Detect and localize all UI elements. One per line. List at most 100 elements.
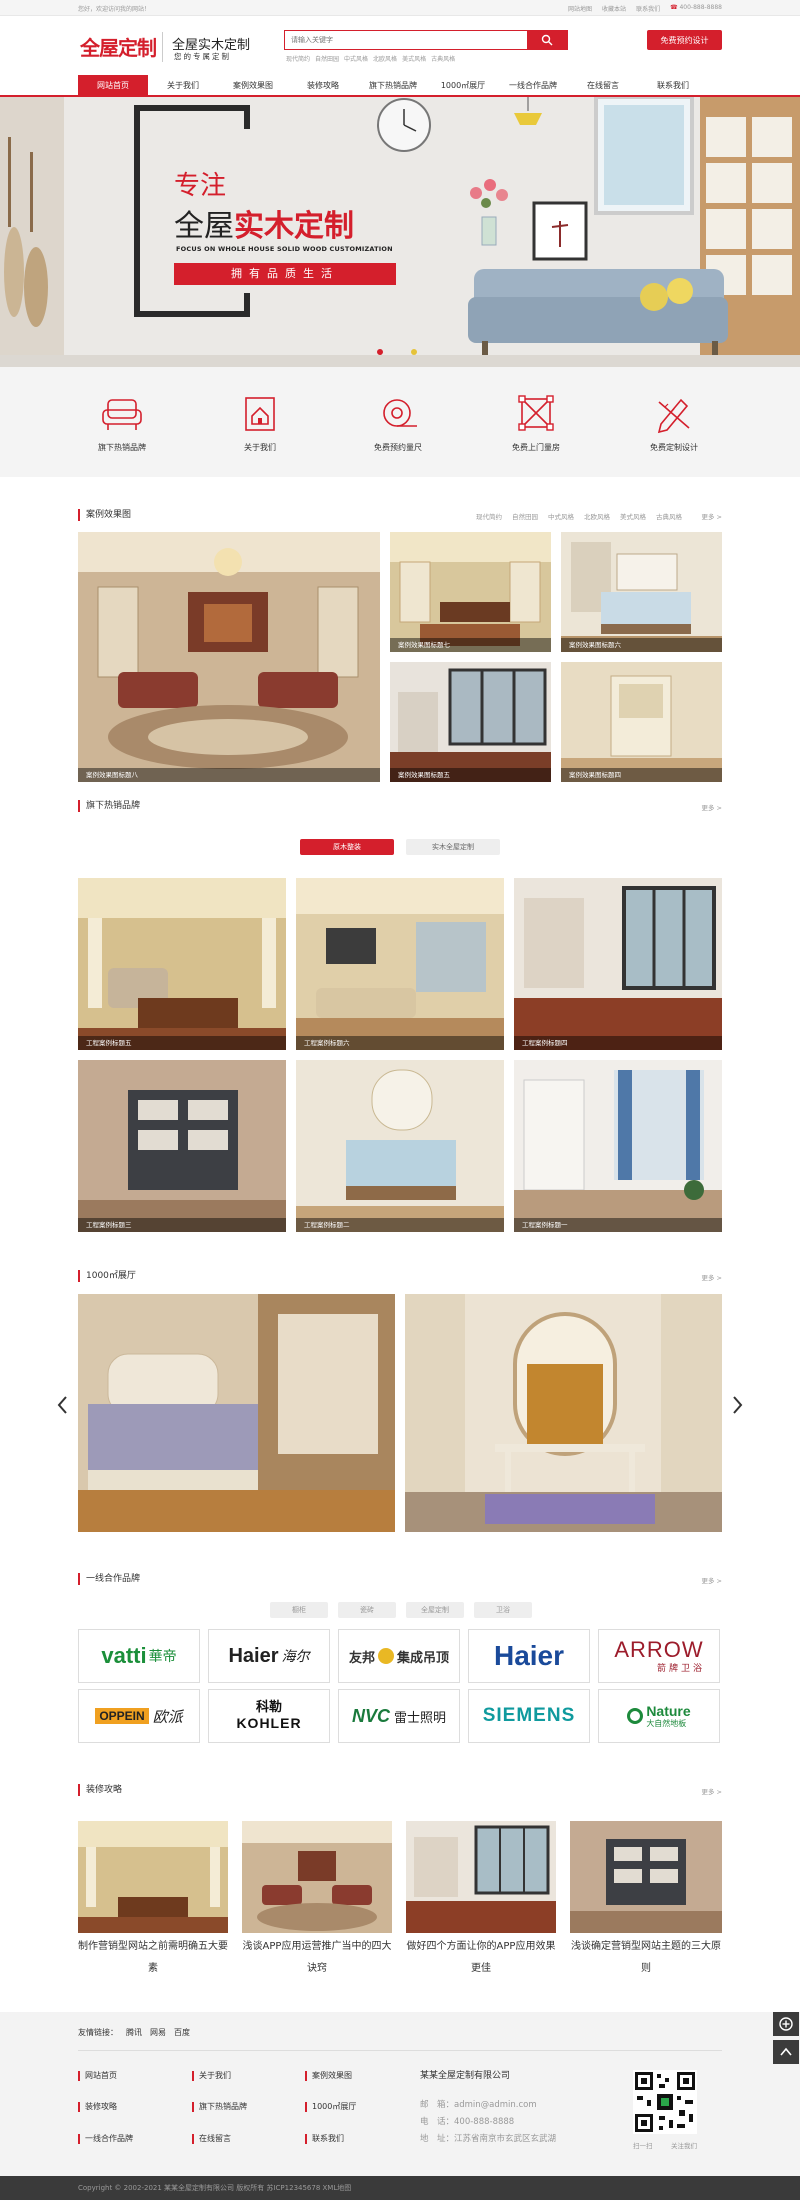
- tab-cabinet[interactable]: 橱柜: [270, 1602, 328, 1618]
- brand-case-card[interactable]: 工程案例标题三: [78, 1060, 286, 1232]
- partner-logo-arrow[interactable]: ARROW 箭牌卫浴: [598, 1629, 720, 1683]
- nav-item-home[interactable]: 网站首页: [78, 75, 148, 97]
- quick-link-visit[interactable]: 免费上门量房: [486, 394, 586, 453]
- hot-word[interactable]: 北欧风格: [373, 54, 397, 63]
- guide-title[interactable]: 浅谈确定营销型网站主题的三大原则: [571, 1936, 721, 1980]
- banner-button[interactable]: 拥有品质生活: [174, 263, 396, 285]
- hot-word[interactable]: 自然田园: [315, 54, 339, 63]
- back-to-top-button[interactable]: [773, 2040, 799, 2064]
- brand-case-card[interactable]: 工程案例标题四: [514, 878, 722, 1050]
- nav-item-guides[interactable]: 装修攻略: [288, 75, 358, 97]
- nav-item-cases[interactable]: 案例效果图: [218, 75, 288, 97]
- more-link[interactable]: 更多 >: [701, 802, 722, 812]
- top-link-favorite[interactable]: 收藏本站: [602, 4, 626, 13]
- case-card[interactable]: 案例效果图标题四: [561, 662, 722, 782]
- nav-item-showroom[interactable]: 1000㎡展厅: [428, 75, 498, 97]
- brand-case-card[interactable]: 工程案例标题二: [296, 1060, 504, 1232]
- case-card[interactable]: 案例效果图标题六: [561, 532, 722, 652]
- more-link[interactable]: 更多 >: [701, 1272, 722, 1282]
- partner-logo-nature[interactable]: Nature 大自然地板: [598, 1689, 720, 1743]
- search-input[interactable]: [285, 31, 527, 49]
- footer-link-about[interactable]: 关于我们: [192, 2071, 231, 2081]
- tab-solid-wood[interactable]: 实木全屋定制: [406, 839, 500, 855]
- guide-title[interactable]: 做好四个方面让你的APP应用效果 更佳: [406, 1936, 556, 1980]
- bedroom-image: [78, 1294, 395, 1532]
- hot-word[interactable]: 现代简约: [286, 54, 310, 63]
- brand-case-card[interactable]: 工程案例标题五: [78, 878, 286, 1050]
- tab-bathroom[interactable]: 卫浴: [474, 1602, 532, 1618]
- brand-case-card[interactable]: 工程案例标题六: [296, 878, 504, 1050]
- guide-title-line: 诀窍: [307, 1963, 327, 1974]
- partner-logo-oppein[interactable]: OPPEIN 欧派: [78, 1689, 200, 1743]
- hero-banner[interactable]: 专注 全屋实木定制 FOCUS ON WHOLE HOUSE SOLID WOO…: [0, 97, 800, 367]
- top-link-contact[interactable]: 联系我们: [636, 4, 660, 13]
- case-tag[interactable]: 现代简约: [476, 511, 502, 521]
- partner-logo-vatti[interactable]: vatti 華帝: [78, 1629, 200, 1683]
- guide-thumb[interactable]: [78, 1821, 228, 1933]
- footer-link-message[interactable]: 在线留言: [192, 2134, 231, 2144]
- partner-logo-nvc[interactable]: NVC 雷士照明: [338, 1689, 460, 1743]
- quick-link-measure[interactable]: 免费预约量尺: [348, 394, 448, 453]
- quick-link-design[interactable]: 免费定制设计: [624, 394, 724, 453]
- case-tag[interactable]: 美式风格: [620, 511, 646, 521]
- footer-link-showroom[interactable]: 1000㎡展厅: [305, 2102, 356, 2112]
- case-tag[interactable]: 古典风格: [656, 511, 682, 521]
- footer-link-brands[interactable]: 旗下热销品牌: [192, 2102, 247, 2112]
- case-tag[interactable]: 自然田园: [512, 511, 538, 521]
- footer-link-home[interactable]: 网站首页: [78, 2071, 117, 2081]
- friend-link[interactable]: 百度: [174, 2027, 190, 2038]
- partner-logo-haier-cn[interactable]: Haier 海尔: [208, 1629, 330, 1683]
- footer-link-cases[interactable]: 案例效果图: [305, 2071, 352, 2081]
- partner-logo-kohler[interactable]: 科勒 KOHLER: [208, 1689, 330, 1743]
- carousel-dot-active[interactable]: [377, 349, 383, 355]
- side-add-button[interactable]: [773, 2012, 799, 2036]
- carousel-next-button[interactable]: [732, 1395, 744, 1418]
- search-button[interactable]: [527, 31, 567, 49]
- footer-link-contact[interactable]: 联系我们: [305, 2134, 344, 2144]
- friend-link[interactable]: 网易: [150, 2027, 166, 2038]
- nav-item-brands[interactable]: 旗下热销品牌: [358, 75, 428, 97]
- hot-word[interactable]: 美式风格: [402, 54, 426, 63]
- tab-custom[interactable]: 全屋定制: [406, 1602, 464, 1618]
- site-logo[interactable]: 全屋定制: [80, 32, 157, 61]
- quick-link-label: 免费定制设计: [650, 443, 698, 452]
- logo-text-group: Nature 大自然地板: [646, 1704, 690, 1729]
- showroom-image[interactable]: [78, 1294, 395, 1532]
- more-link[interactable]: 更多 >: [701, 511, 722, 521]
- nav-item-about[interactable]: 关于我们: [148, 75, 218, 97]
- partner-logo-youbang[interactable]: 友邦 集成吊顶: [338, 1629, 460, 1683]
- showroom-image[interactable]: [405, 1294, 722, 1532]
- partner-logo-haier[interactable]: Haier: [468, 1629, 590, 1683]
- footer-link-guides[interactable]: 装修攻略: [78, 2102, 117, 2112]
- hot-word[interactable]: 古典风格: [431, 54, 455, 63]
- case-card[interactable]: 案例效果图标题五: [390, 662, 551, 782]
- case-card[interactable]: 案例效果图标题七: [390, 532, 551, 652]
- case-tag[interactable]: 中式风格: [548, 511, 574, 521]
- guide-title[interactable]: 制作营销型网站之前需明确五大要素: [78, 1936, 228, 1980]
- carousel-dot[interactable]: [411, 349, 417, 355]
- nav-item-partners[interactable]: 一线合作品牌: [498, 75, 568, 97]
- footer-link-partners[interactable]: 一线合作品牌: [78, 2134, 133, 2144]
- guide-thumb[interactable]: [242, 1821, 392, 1933]
- guide-thumb[interactable]: [406, 1821, 556, 1933]
- guide-thumb[interactable]: [570, 1821, 722, 1933]
- case-tag[interactable]: 北欧风格: [584, 511, 610, 521]
- friend-link[interactable]: 腾讯: [126, 2027, 142, 2038]
- search-box: [284, 30, 568, 50]
- top-link-sitemap[interactable]: 网站地图: [568, 4, 592, 13]
- case-card-large[interactable]: 案例效果图标题八: [78, 532, 380, 782]
- guide-title[interactable]: 浅谈APP应用运营推广当中的四大 诀窍: [242, 1936, 392, 1980]
- brand-case-card[interactable]: 工程案例标题一: [514, 1060, 722, 1232]
- tab-log-package[interactable]: 原木整装: [300, 839, 394, 855]
- carousel-prev-button[interactable]: [56, 1395, 68, 1418]
- quick-link-about[interactable]: 关于我们: [210, 394, 310, 453]
- quick-link-brands[interactable]: 旗下热销品牌: [72, 394, 172, 453]
- hot-word[interactable]: 中式风格: [344, 54, 368, 63]
- nav-item-contact[interactable]: 联系我们: [638, 75, 708, 97]
- tab-tile[interactable]: 瓷砖: [338, 1602, 396, 1618]
- nav-item-message[interactable]: 在线留言: [568, 75, 638, 97]
- more-link[interactable]: 更多 >: [701, 1575, 722, 1585]
- partner-logo-siemens[interactable]: SIEMENS: [468, 1689, 590, 1743]
- more-link[interactable]: 更多 >: [701, 1786, 722, 1796]
- free-design-button[interactable]: 免费预约设计: [647, 30, 722, 50]
